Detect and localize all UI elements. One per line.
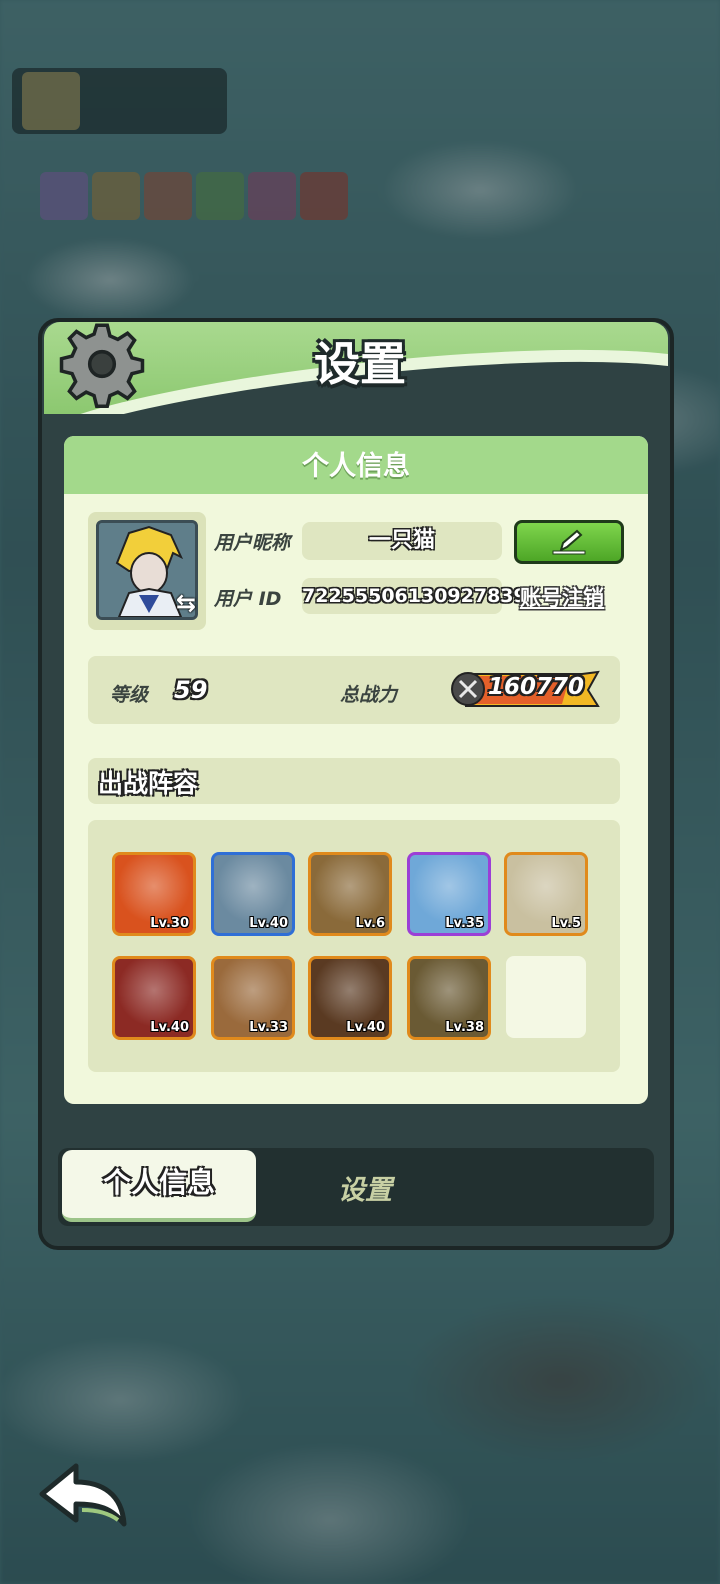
account-deletion-link[interactable]: 账号注销 — [520, 582, 604, 612]
tab-personal-info-label: 个人信息 — [102, 1166, 215, 1199]
hero-slot[interactable]: Lv.5 — [504, 852, 588, 936]
hero-slot[interactable]: Lv.35 — [407, 852, 491, 936]
hero-slot[interactable]: Lv.33 — [211, 956, 295, 1040]
nickname-field: 一只猫 — [302, 522, 502, 560]
power-label: 总战力 — [340, 684, 398, 706]
hero-level: Lv.5 — [551, 916, 581, 931]
tab-personal-info[interactable]: 个人信息 — [62, 1150, 256, 1222]
hero-level: Lv.30 — [150, 916, 189, 931]
user-id-label: 用户 ID — [214, 588, 282, 610]
personal-info-title: 个人信息 — [302, 451, 410, 482]
hero-slot[interactable]: Lv.40 — [112, 956, 196, 1040]
hero-slot[interactable]: Lv.6 — [308, 852, 392, 936]
edit-nickname-button[interactable] — [514, 520, 624, 564]
swap-avatar-icon[interactable]: ⇆ — [172, 590, 200, 616]
back-arrow-icon[interactable] — [38, 1460, 128, 1530]
hero-slot[interactable]: Lv.38 — [407, 956, 491, 1040]
hero-level: Lv.40 — [249, 916, 288, 931]
hero-level: Lv.40 — [346, 1020, 385, 1035]
hero-level: Lv.33 — [249, 1020, 288, 1035]
hero-level: Lv.38 — [445, 1020, 484, 1035]
power-value: 160770 — [488, 674, 585, 700]
user-id-field: 72255506130927839 — [302, 578, 527, 614]
hero-level: Lv.6 — [355, 916, 385, 931]
level-value: 59 — [174, 676, 208, 704]
hero-level: Lv.40 — [150, 1020, 189, 1035]
hero-slot[interactable]: Lv.40 — [211, 852, 295, 936]
level-label: 等级 — [110, 684, 149, 706]
nickname-label: 用户昵称 — [214, 532, 291, 554]
tab-settings[interactable]: 设置 — [290, 1168, 440, 1207]
pencil-icon — [552, 529, 586, 555]
hero-slot[interactable]: Lv.30 — [112, 852, 196, 936]
hero-slot[interactable]: Lv.40 — [308, 956, 392, 1040]
gear-icon — [59, 323, 145, 408]
panel-title: 设置 — [314, 337, 406, 391]
lineup-title: 出战阵容 — [98, 769, 199, 798]
hero-level: Lv.35 — [445, 916, 484, 931]
empty-hero-slot[interactable] — [506, 956, 586, 1038]
